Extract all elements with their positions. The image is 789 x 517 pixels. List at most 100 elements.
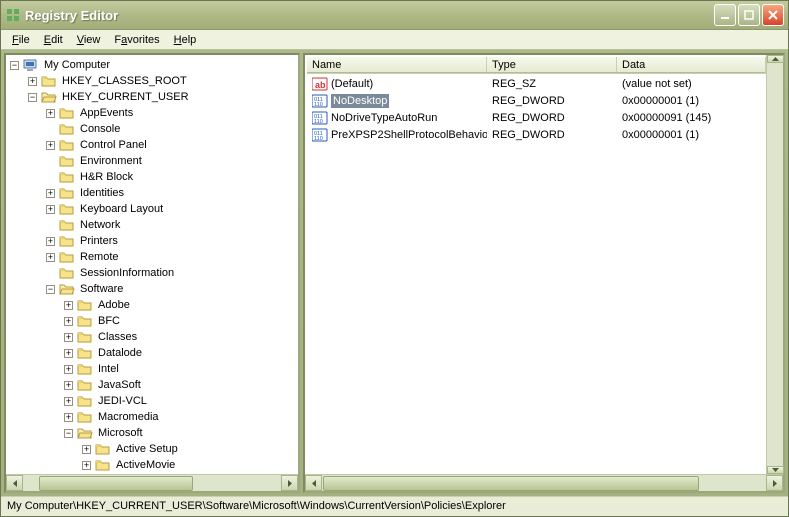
tree-item-label: Adobe <box>96 298 132 312</box>
minimize-button[interactable] <box>714 4 736 26</box>
tree-item-label: H&R Block <box>78 170 135 184</box>
tree-item[interactable]: Network <box>46 217 298 233</box>
menu-edit[interactable]: Edit <box>37 32 70 48</box>
tree-expander[interactable]: + <box>64 301 73 310</box>
list-row[interactable]: PreXPSP2ShellProtocolBehaviorREG_DWORD0x… <box>307 126 766 143</box>
tree-expander[interactable]: + <box>46 141 55 150</box>
list-horizontal-scrollbar[interactable] <box>305 474 783 491</box>
tree-view[interactable]: −My Computer+HKEY_CLASSES_ROOT−HKEY_CURR… <box>6 55 298 474</box>
tree-expander[interactable]: + <box>82 461 91 470</box>
list-row[interactable]: NoDriveTypeAutoRunREG_DWORD0x00000091 (1… <box>307 109 766 126</box>
value-name: NoDriveTypeAutoRun <box>331 112 437 124</box>
tree-expander[interactable]: − <box>46 285 55 294</box>
tree-item[interactable]: +HKEY_CLASSES_ROOT <box>28 73 298 89</box>
tree-item[interactable]: Environment <box>46 153 298 169</box>
tree-item-label: BFC <box>96 314 122 328</box>
folder-icon <box>77 314 93 328</box>
tree-item-label: ActiveMovie <box>114 458 177 472</box>
scroll-left-button[interactable] <box>6 475 23 491</box>
folder-icon <box>59 250 75 264</box>
tree-item[interactable]: + JEDI-VCL <box>64 393 298 409</box>
list-row[interactable]: NoDesktopREG_DWORD0x00000001 (1) <box>307 92 766 109</box>
list-row[interactable]: (Default)REG_SZ(value not set) <box>307 75 766 92</box>
column-header-data[interactable]: Data <box>617 57 766 73</box>
column-header-name[interactable]: Name <box>307 57 487 73</box>
scroll-up-button[interactable] <box>767 55 784 63</box>
folder-icon <box>77 394 93 408</box>
tree-item[interactable]: +Active Setup <box>82 441 298 457</box>
tree-item[interactable]: +Datalode <box>64 345 298 361</box>
scroll-right-button[interactable] <box>766 475 783 491</box>
tree-expander[interactable]: + <box>46 253 55 262</box>
tree-horizontal-scrollbar[interactable] <box>6 474 298 491</box>
folder-icon <box>59 218 75 232</box>
tree-item[interactable]: +JavaSoft <box>64 377 298 393</box>
tree-item[interactable]: +Control Panel <box>46 137 298 153</box>
tree-expander[interactable]: + <box>46 109 55 118</box>
tree-item[interactable]: + BFC <box>64 313 298 329</box>
folder-icon <box>59 282 75 296</box>
folder-icon <box>77 330 93 344</box>
tree-item[interactable]: +AppEvents <box>46 105 298 121</box>
tree-item-label: Printers <box>78 234 120 248</box>
tree-item[interactable]: −HKEY_CURRENT_USER <box>28 89 298 105</box>
tree-item[interactable]: Console <box>46 121 298 137</box>
value-name: PreXPSP2ShellProtocolBehavior <box>331 129 487 141</box>
tree-item-label: Console <box>78 122 122 136</box>
tree-expander[interactable]: − <box>10 61 19 70</box>
list-view[interactable]: Name Type Data (Default)REG_SZ(value not… <box>305 55 766 474</box>
tree-item[interactable]: H&R Block <box>46 169 298 185</box>
tree-expander[interactable]: − <box>64 429 73 438</box>
tree-expander[interactable]: + <box>82 445 91 454</box>
tree-expander[interactable]: + <box>64 349 73 358</box>
tree-item[interactable]: + Printers <box>46 233 298 249</box>
tree-item[interactable]: −Software <box>46 281 298 297</box>
tree-item[interactable]: +Intel <box>64 361 298 377</box>
folder-icon <box>59 202 75 216</box>
tree-item[interactable]: +Keyboard Layout <box>46 201 298 217</box>
tree-item[interactable]: −Microsoft <box>64 425 298 441</box>
scroll-down-button[interactable] <box>767 466 784 474</box>
folder-icon <box>59 154 75 168</box>
tree-item[interactable]: + ActiveMovie <box>82 457 298 473</box>
status-path: My Computer\HKEY_CURRENT_USER\Software\M… <box>7 500 506 512</box>
tree-expander[interactable]: + <box>64 333 73 342</box>
tree-item[interactable]: +Macromedia <box>64 409 298 425</box>
maximize-button[interactable] <box>738 4 760 26</box>
menu-help[interactable]: Help <box>167 32 204 48</box>
scroll-thumb[interactable] <box>39 476 193 491</box>
tree-item[interactable]: + Identities <box>46 185 298 201</box>
close-button[interactable] <box>762 4 784 26</box>
tree-expander[interactable]: + <box>64 317 73 326</box>
tree-expander[interactable]: + <box>46 189 55 198</box>
tree-item-label: Remote <box>78 250 121 264</box>
menu-favorites[interactable]: Favorites <box>107 32 166 48</box>
tree-item[interactable]: +Classes <box>64 329 298 345</box>
titlebar[interactable]: Registry Editor <box>1 1 788 30</box>
scroll-thumb[interactable] <box>323 476 699 491</box>
menu-view[interactable]: View <box>70 32 108 48</box>
tree-expander[interactable]: + <box>46 205 55 214</box>
folder-icon <box>41 90 57 104</box>
tree-expander[interactable]: + <box>64 365 73 374</box>
tree-item-root[interactable]: −My Computer <box>10 57 298 73</box>
scroll-left-button[interactable] <box>305 475 322 491</box>
folder-icon <box>77 298 93 312</box>
tree-item-label: JEDI-VCL <box>96 394 149 408</box>
tree-item[interactable]: + Remote <box>46 249 298 265</box>
menu-file[interactable]: File <box>5 32 37 48</box>
tree-expander[interactable]: + <box>64 397 73 406</box>
tree-item-label: Identities <box>78 186 126 200</box>
folder-icon <box>59 186 75 200</box>
tree-item[interactable]: SessionInformation <box>46 265 298 281</box>
tree-expander[interactable]: − <box>28 93 37 102</box>
tree-expander[interactable]: + <box>28 77 37 86</box>
tree-item[interactable]: + Adobe <box>64 297 298 313</box>
list-vertical-scrollbar[interactable] <box>766 55 783 474</box>
tree-expander[interactable]: + <box>64 413 73 422</box>
tree-expander[interactable]: + <box>46 237 55 246</box>
tree-expander[interactable]: + <box>64 381 73 390</box>
value-dword-icon <box>312 128 328 142</box>
scroll-right-button[interactable] <box>281 475 298 491</box>
column-header-type[interactable]: Type <box>487 57 617 73</box>
